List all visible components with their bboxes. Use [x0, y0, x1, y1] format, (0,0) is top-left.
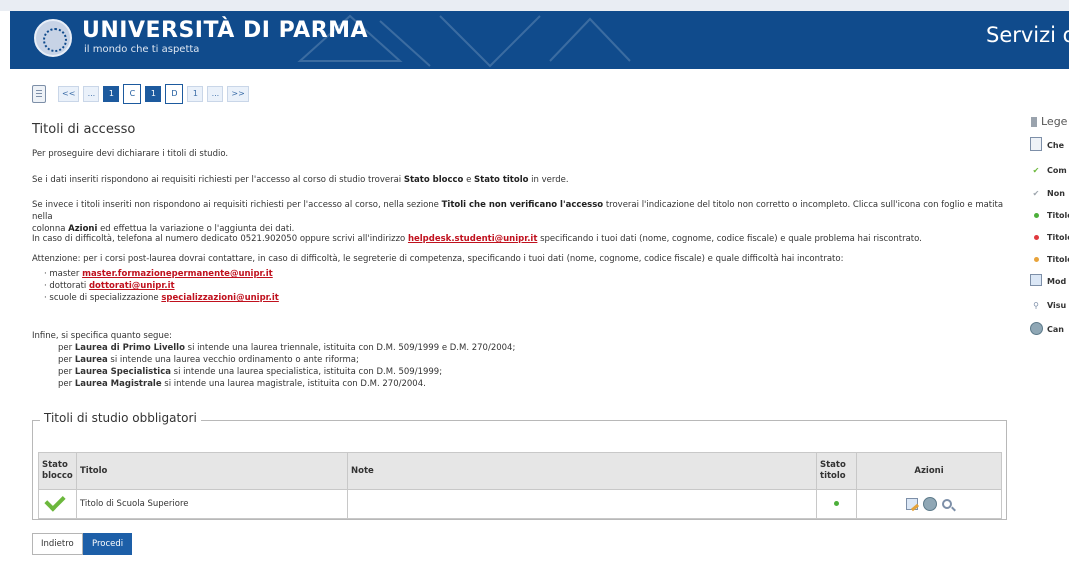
legend-item: Can	[1029, 320, 1069, 338]
legend-item: Titolo	[1029, 250, 1069, 268]
legend-item: ✔ Com	[1029, 161, 1069, 179]
edit-icon[interactable]	[906, 498, 919, 510]
note-line: per Laurea si intende una laurea vecchio…	[58, 355, 359, 365]
green-check-icon	[44, 489, 66, 512]
gray-check-icon: ✔	[1032, 188, 1040, 198]
back-button[interactable]: Indietro	[32, 533, 83, 555]
service-title: Servizi on	[986, 23, 1069, 47]
checklist-icon	[1029, 137, 1043, 153]
note-cell	[347, 489, 817, 519]
green-dot-icon	[1029, 211, 1043, 220]
contact-list-item: · dottorati dottorati@unipr.it	[44, 281, 175, 291]
red-dot-icon	[1029, 233, 1043, 242]
step-button[interactable]: 1	[187, 86, 204, 102]
section-title: Titoli di studio obbligatori	[40, 411, 201, 425]
col-note[interactable]: Note	[347, 452, 817, 490]
step-ellipsis: ...	[207, 86, 224, 102]
step-first-button[interactable]: <<	[58, 86, 80, 102]
table-header-row: Stato blocco Titolo Note Stato titolo Az…	[38, 452, 1002, 490]
step-button[interactable]: 1	[103, 86, 120, 102]
note-line: per Laurea di Primo Livello si intende u…	[58, 343, 516, 353]
edit-icon	[1029, 274, 1043, 288]
legend-item: ✔ Non	[1029, 184, 1069, 202]
globe-icon[interactable]	[923, 497, 937, 511]
proceed-button[interactable]: Procedi	[83, 533, 133, 555]
legend-item: ⚲ Visu	[1029, 296, 1069, 314]
step-navigator: << ... 1 C 1 D 1 ... >>	[32, 83, 249, 105]
legend-item: Titolo	[1029, 206, 1069, 224]
orange-dot-icon	[1029, 255, 1043, 264]
university-logo[interactable]	[34, 19, 72, 57]
helpdesk-info-text: In caso di difficoltà, telefona al numer…	[32, 234, 922, 244]
master-email-link[interactable]: master.formazionepermanente@unipr.it	[82, 269, 273, 279]
postgrad-info-text: Attenzione: per i corsi post-laurea dovr…	[32, 254, 844, 264]
magnifier-icon[interactable]	[941, 499, 952, 509]
status-info-text: Se i dati inseriti rispondono ai requisi…	[32, 175, 569, 185]
step-ellipsis: ...	[83, 86, 100, 102]
university-motto: il mondo che ti aspetta	[84, 44, 200, 55]
university-name[interactable]: UNIVERSITÀ DI PARMA	[82, 18, 368, 43]
site-header: UNIVERSITÀ DI PARMA il mondo che ti aspe…	[10, 11, 1069, 69]
titolo-cell: Titolo di Scuola Superiore	[76, 489, 348, 519]
col-azioni: Azioni	[856, 452, 1002, 490]
step-button-current-c[interactable]: C	[123, 84, 142, 104]
pin-icon	[1031, 117, 1037, 127]
col-stato-titolo[interactable]: Stato titolo	[816, 452, 857, 490]
legend-title: Lege	[1031, 115, 1067, 128]
azioni-cell	[856, 489, 1002, 519]
intro-text: Per proseguire devi dichiarare i titoli …	[32, 149, 229, 159]
checklist-icon	[32, 85, 46, 103]
step-button[interactable]: 1	[145, 86, 162, 102]
stato-titolo-cell	[816, 489, 857, 519]
dottorati-email-link[interactable]: dottorati@unipr.it	[89, 281, 175, 291]
col-stato-blocco[interactable]: Stato blocco	[38, 452, 77, 490]
legend-item: Titolo	[1029, 228, 1069, 246]
globe-icon	[1029, 321, 1043, 337]
green-status-dot-icon	[834, 501, 839, 506]
step-last-button[interactable]: >>	[227, 86, 249, 102]
helpdesk-email-link[interactable]: helpdesk.studenti@unipr.it	[408, 234, 537, 244]
specializzazioni-email-link[interactable]: specializzazioni@unipr.it	[161, 293, 279, 303]
step-button-d[interactable]: D	[165, 84, 184, 104]
magnifier-icon: ⚲	[1033, 300, 1039, 310]
table-row: Titolo di Scuola Superiore	[38, 489, 1002, 519]
page-title: Titoli di accesso	[32, 122, 136, 137]
note-line: per Laurea Specialistica si intende una …	[58, 367, 443, 377]
stato-blocco-cell	[38, 489, 77, 519]
legend-item: Che	[1029, 136, 1069, 154]
contact-list-item: · scuole di specializzazione specializza…	[44, 293, 279, 303]
col-titolo[interactable]: Titolo	[76, 452, 348, 490]
notes-intro: Infine, si specifica quanto segue:	[32, 331, 172, 341]
invalid-titles-info-text: Se invece i titoli inseriti non rispondo…	[32, 200, 1004, 234]
legend-item: Mod	[1029, 272, 1069, 290]
contact-list-item: · master master.formazionepermanente@uni…	[44, 269, 273, 279]
green-check-icon: ✔	[1032, 165, 1040, 175]
titles-table: Stato blocco Titolo Note Stato titolo Az…	[38, 452, 1002, 519]
note-line: per Laurea Magistrale si intende una lau…	[58, 379, 426, 389]
browser-top-strip	[0, 0, 1069, 11]
